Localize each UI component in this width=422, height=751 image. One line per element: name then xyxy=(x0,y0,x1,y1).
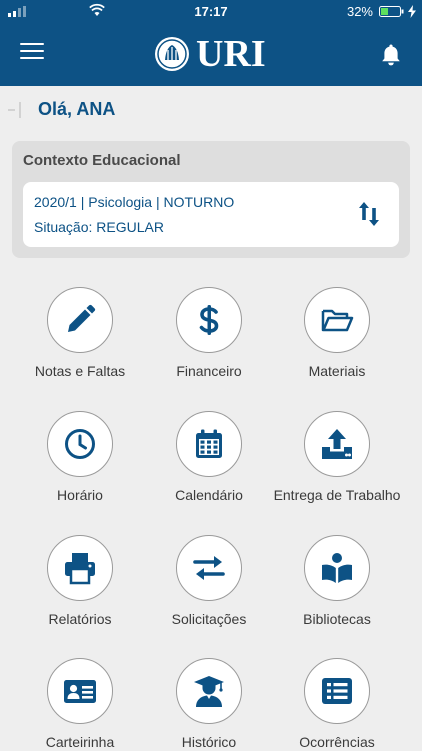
folder-open-icon xyxy=(321,309,354,332)
battery-icon xyxy=(379,6,404,17)
menu-icon-circle xyxy=(304,411,370,477)
menu-label: Entrega de Trabalho xyxy=(273,487,401,503)
menu-icon-circle xyxy=(176,287,242,353)
uri-logo: URI xyxy=(154,33,274,75)
charging-icon xyxy=(408,5,416,18)
hamburger-menu-button[interactable] xyxy=(20,43,44,65)
menu-icon-circle xyxy=(176,411,242,477)
graduate-icon xyxy=(194,676,224,707)
menu-label: Histórico xyxy=(181,734,237,750)
menu-icon-circle xyxy=(176,658,242,724)
menu-label: Materiais xyxy=(308,363,366,379)
context-course: 2020/1 | Psicologia | NOTURNO xyxy=(34,194,235,210)
menu-label: Calendário xyxy=(175,487,243,503)
tree-line-icon xyxy=(8,102,21,118)
upload-icon xyxy=(322,429,352,459)
printer-icon xyxy=(65,553,95,585)
pencil-icon xyxy=(68,304,96,332)
menu-label: Ocorrências xyxy=(299,734,375,750)
dollar-icon xyxy=(199,305,219,335)
context-status: Situação: REGULAR xyxy=(34,219,164,235)
context-title: Contexto Educacional xyxy=(23,152,181,169)
clock-icon xyxy=(65,429,95,459)
menu-label: Horário xyxy=(57,487,103,503)
swap-vertical-icon[interactable] xyxy=(358,200,380,228)
logo-text: URI xyxy=(196,33,266,75)
id-card-icon xyxy=(64,680,96,703)
menu-icon-circle xyxy=(47,658,113,724)
menu-icon-circle xyxy=(304,535,370,601)
exchange-icon xyxy=(193,556,225,580)
menu-icon-circle xyxy=(304,658,370,724)
app-header: URI xyxy=(0,22,422,86)
menu-label: Relatórios xyxy=(48,611,112,627)
menu-label: Solicitações xyxy=(171,611,247,627)
menu-label: Notas e Faltas xyxy=(34,363,126,379)
educational-context-card: Contexto Educacional 2020/1 | Psicologia… xyxy=(12,141,410,258)
battery-percent: 32% xyxy=(346,4,373,19)
menu-label: Bibliotecas xyxy=(303,611,371,627)
menu-icon-circle xyxy=(176,535,242,601)
context-selector[interactable]: 2020/1 | Psicologia | NOTURNO Situação: … xyxy=(23,182,399,247)
menu-icon-circle xyxy=(47,411,113,477)
list-icon xyxy=(322,678,352,704)
uri-seal-icon xyxy=(155,37,189,71)
status-bar: 17:17 32% xyxy=(0,0,422,22)
bell-icon[interactable] xyxy=(380,43,402,67)
menu-icon-circle xyxy=(47,535,113,601)
calendar-icon xyxy=(196,429,222,458)
menu-label: Financeiro xyxy=(176,363,242,379)
menu-label: Carteirinha xyxy=(45,734,115,750)
reader-icon xyxy=(322,553,352,583)
menu-icon-circle xyxy=(304,287,370,353)
greeting-text: Olá, ANA xyxy=(38,99,116,119)
menu-icon-circle xyxy=(47,287,113,353)
